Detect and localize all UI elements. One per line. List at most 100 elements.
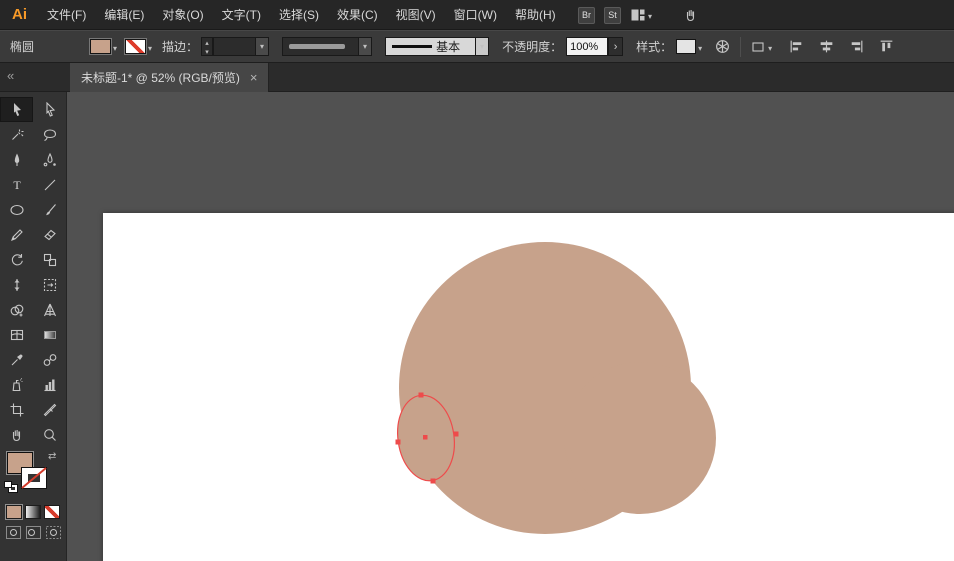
eyedropper-tool[interactable] [0, 347, 33, 372]
blob-shape[interactable] [399, 242, 716, 534]
eraser-tool[interactable] [33, 222, 66, 247]
none-mode-button[interactable] [44, 505, 60, 519]
menu-item-object[interactable]: 对象(O) [153, 0, 212, 30]
anchor-point-top[interactable] [419, 393, 424, 398]
direct-selection-tool[interactable] [33, 97, 66, 122]
fill-color-control[interactable] [90, 39, 117, 54]
pencil-icon [9, 227, 25, 243]
document-tab[interactable]: 未标题-1* @ 52% (RGB/预览) × [70, 63, 269, 92]
width-icon [9, 277, 25, 293]
brush-definition-value: 基本 [436, 38, 460, 55]
pen-tool[interactable] [0, 147, 33, 172]
draw-normal-icon[interactable] [6, 526, 21, 539]
column-graph-tool[interactable] [33, 372, 66, 397]
active-tool-label: 椭圆 [10, 38, 34, 55]
chevron-down-icon [358, 38, 371, 55]
draw-inside-icon[interactable] [46, 526, 61, 539]
magic-wand-tool[interactable] [0, 122, 33, 147]
center-point[interactable] [423, 435, 428, 440]
menu-item-window[interactable]: 窗口(W) [445, 0, 506, 30]
artboard-tool[interactable] [0, 397, 33, 422]
blend-tool[interactable] [33, 347, 66, 372]
opacity-input[interactable] [566, 37, 608, 56]
align-right-button[interactable] [848, 38, 865, 55]
align-top-button[interactable] [878, 38, 895, 55]
rotate-tool[interactable] [0, 247, 33, 272]
line-segment-tool[interactable] [33, 172, 66, 197]
draw-behind-icon[interactable] [26, 526, 41, 539]
app-bar-buttons: Br St [578, 0, 699, 30]
perspective-grid-tool[interactable] [33, 297, 66, 322]
hand-tool[interactable] [0, 422, 33, 447]
width-tool[interactable] [0, 272, 33, 297]
divider [740, 37, 741, 57]
document-tab-title: 未标题-1* @ 52% (RGB/预览) [81, 69, 240, 86]
blend-icon [42, 352, 58, 368]
anchor-point-left[interactable] [396, 440, 401, 445]
line-segment-icon [42, 177, 58, 193]
scale-icon [42, 252, 58, 268]
gradient-icon [42, 327, 58, 343]
gradient-mode-button[interactable] [25, 505, 41, 519]
shape-builder-tool[interactable] [0, 297, 33, 322]
align-center-button[interactable] [818, 38, 835, 55]
stroke-proxy-swatch[interactable] [21, 467, 47, 489]
slice-icon [42, 402, 58, 418]
default-fill-stroke-icon[interactable] [4, 481, 19, 494]
menu-item-type[interactable]: 文字(T) [213, 0, 270, 30]
curvature-tool[interactable] [33, 147, 66, 172]
chevron-down-icon [768, 40, 772, 54]
workspace-switcher[interactable] [630, 7, 652, 23]
lasso-tool[interactable] [33, 122, 66, 147]
bridge-button[interactable]: Br [578, 7, 595, 24]
brush-definition-select[interactable]: 基本 [385, 37, 489, 56]
gradient-tool[interactable] [33, 322, 66, 347]
style-swatch-control[interactable] [676, 39, 702, 54]
symbol-sprayer-tool[interactable] [0, 372, 33, 397]
anchor-point-right[interactable] [454, 432, 459, 437]
opacity-options-button[interactable]: › [608, 37, 623, 56]
type-tool[interactable]: T [0, 172, 33, 197]
scale-tool[interactable] [33, 247, 66, 272]
chevron-down-icon [148, 40, 152, 54]
width-profile-select[interactable] [282, 37, 372, 56]
workspace-grid-icon [630, 7, 646, 23]
menu-item-help[interactable]: 帮助(H) [506, 0, 565, 30]
color-mode-button[interactable] [6, 505, 22, 519]
stroke-weight-stepper[interactable] [201, 37, 213, 56]
collapse-tools-button[interactable]: « [7, 68, 14, 83]
anchor-point-bottom[interactable] [431, 479, 436, 484]
magic-wand-icon [9, 127, 25, 143]
slice-tool[interactable] [33, 397, 66, 422]
canvas-area[interactable] [67, 92, 954, 561]
menu-item-select[interactable]: 选择(S) [270, 0, 328, 30]
stroke-color-control[interactable] [125, 39, 152, 54]
paintbrush-tool[interactable] [33, 197, 66, 222]
hand-icon [9, 427, 25, 443]
artwork-layer [67, 92, 954, 561]
eraser-icon [42, 227, 58, 243]
selection-tool[interactable] [0, 97, 33, 122]
control-bar: 椭圆 描边： 基本 不透明度： › 样式： [0, 30, 954, 63]
touch-workspace-button[interactable] [683, 7, 699, 23]
menu-item-file[interactable]: 文件(F) [38, 0, 95, 30]
zoom-tool[interactable] [33, 422, 66, 447]
shape-properties-icon [750, 39, 766, 55]
shape-properties-button[interactable] [750, 39, 772, 55]
free-transform-tool[interactable] [33, 272, 66, 297]
swap-fill-stroke-icon[interactable]: ⇄ [48, 451, 56, 462]
menu-item-edit[interactable]: 编辑(E) [95, 0, 153, 30]
app-logo: Ai [0, 6, 38, 23]
pencil-tool[interactable] [0, 222, 33, 247]
ellipse-tool[interactable] [0, 197, 33, 222]
mesh-tool[interactable] [0, 322, 33, 347]
close-tab-icon[interactable]: × [250, 70, 258, 85]
recolor-artwork-icon[interactable] [714, 38, 731, 55]
stroke-weight-select[interactable] [213, 37, 269, 56]
menu-item-effect[interactable]: 效果(C) [328, 0, 387, 30]
menu-item-view[interactable]: 视图(V) [387, 0, 445, 30]
artboard-icon [9, 402, 25, 418]
chevron-down-icon [698, 40, 702, 54]
align-left-button[interactable] [788, 38, 805, 55]
stock-button[interactable]: St [604, 7, 621, 24]
